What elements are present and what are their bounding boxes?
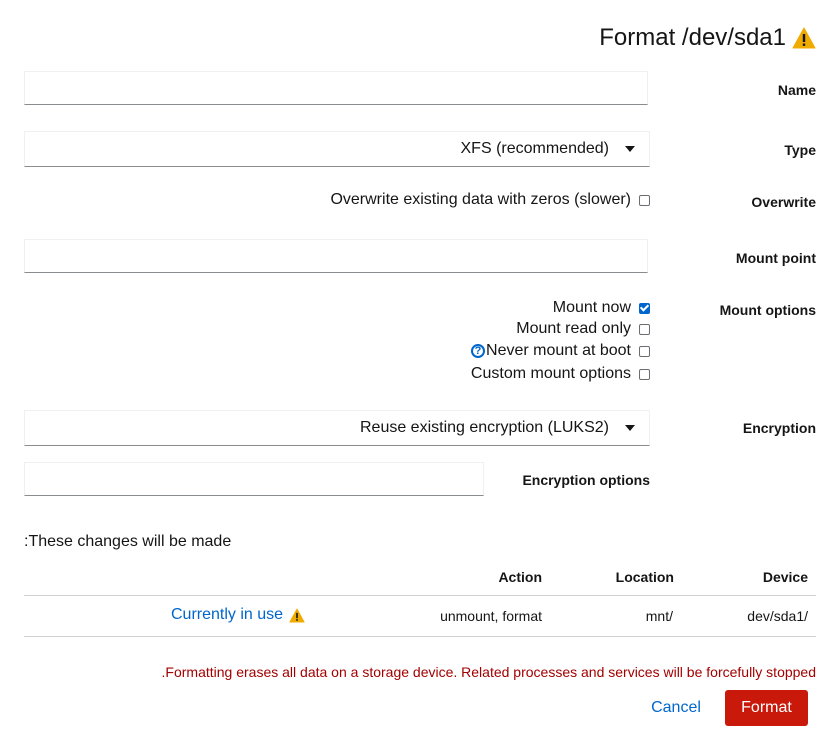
- never-mount-at-boot-checkbox[interactable]: [639, 345, 650, 357]
- custom-mount-options-text: Custom mount options: [470, 365, 631, 382]
- table-row-divider: [24, 636, 816, 637]
- in-use-status: Currently in use: [171, 606, 305, 624]
- encryption-select-value: Reuse existing encryption (LUKS2): [359, 419, 609, 436]
- mount-read-only-row[interactable]: Mount read only: [516, 320, 650, 338]
- mount-point-input[interactable]: [24, 239, 648, 273]
- custom-mount-options-checkbox[interactable]: [639, 368, 650, 380]
- type-select-value: XFS (recommended): [460, 140, 610, 157]
- mount-now-row[interactable]: Mount now: [553, 299, 650, 317]
- dialog-title: Format /dev/sda1: [599, 24, 816, 52]
- type-label: Type: [784, 142, 816, 158]
- format-button[interactable]: Format: [725, 690, 808, 726]
- overwrite-checkbox[interactable]: [639, 194, 650, 206]
- currently-in-use-link[interactable]: Currently in use: [171, 606, 283, 624]
- mount-now-text: Mount now: [552, 299, 631, 316]
- row-location: mnt/: [645, 608, 673, 624]
- encryption-options-input[interactable]: [24, 462, 484, 496]
- encryption-select[interactable]: Reuse existing encryption (LUKS2): [24, 410, 650, 446]
- row-device: dev/sda1/: [747, 608, 808, 624]
- encryption-options-label: Encryption options: [522, 472, 650, 488]
- type-select[interactable]: XFS (recommended): [24, 131, 650, 167]
- warning-icon: [792, 27, 816, 49]
- name-input[interactable]: [24, 71, 648, 105]
- mount-point-label: Mount point: [735, 250, 816, 266]
- dialog-title-text: Format /dev/sda1: [599, 24, 786, 51]
- help-icon[interactable]: ?: [471, 344, 486, 358]
- mount-options-label: Mount options: [719, 302, 816, 318]
- mount-read-only-checkbox[interactable]: [639, 323, 650, 335]
- overwrite-text: Overwrite existing data with zeros (slow…: [330, 191, 631, 208]
- caret-down-icon: [625, 425, 635, 431]
- format-warning-text: .Formatting erases all data on a storage…: [161, 664, 816, 680]
- changes-heading: :These changes will be made: [24, 533, 232, 550]
- warning-icon: [289, 607, 305, 622]
- caret-down-icon: [625, 146, 635, 152]
- overwrite-row[interactable]: Overwrite existing data with zeros (slow…: [330, 191, 650, 209]
- column-header-location: Location: [615, 569, 674, 585]
- table-row: Currently in use unmount, format mnt/ de…: [24, 596, 816, 636]
- cancel-button[interactable]: Cancel: [640, 690, 712, 726]
- custom-mount-options-row[interactable]: Custom mount options: [471, 365, 650, 383]
- name-label: Name: [777, 82, 816, 98]
- mount-now-checkbox[interactable]: [639, 302, 650, 314]
- never-mount-at-boot-text: Never mount at boot: [486, 342, 631, 359]
- column-header-device: Device: [762, 569, 808, 585]
- row-action: unmount, format: [440, 608, 542, 624]
- mount-read-only-text: Mount read only: [516, 320, 631, 337]
- never-mount-at-boot-row[interactable]: ? Never mount at boot: [471, 342, 650, 360]
- never-mount-at-boot-label-wrap: ? Never mount at boot: [471, 342, 631, 360]
- column-header-action: Action: [498, 569, 542, 585]
- overwrite-label: Overwrite: [751, 194, 816, 210]
- encryption-label: Encryption: [742, 420, 816, 436]
